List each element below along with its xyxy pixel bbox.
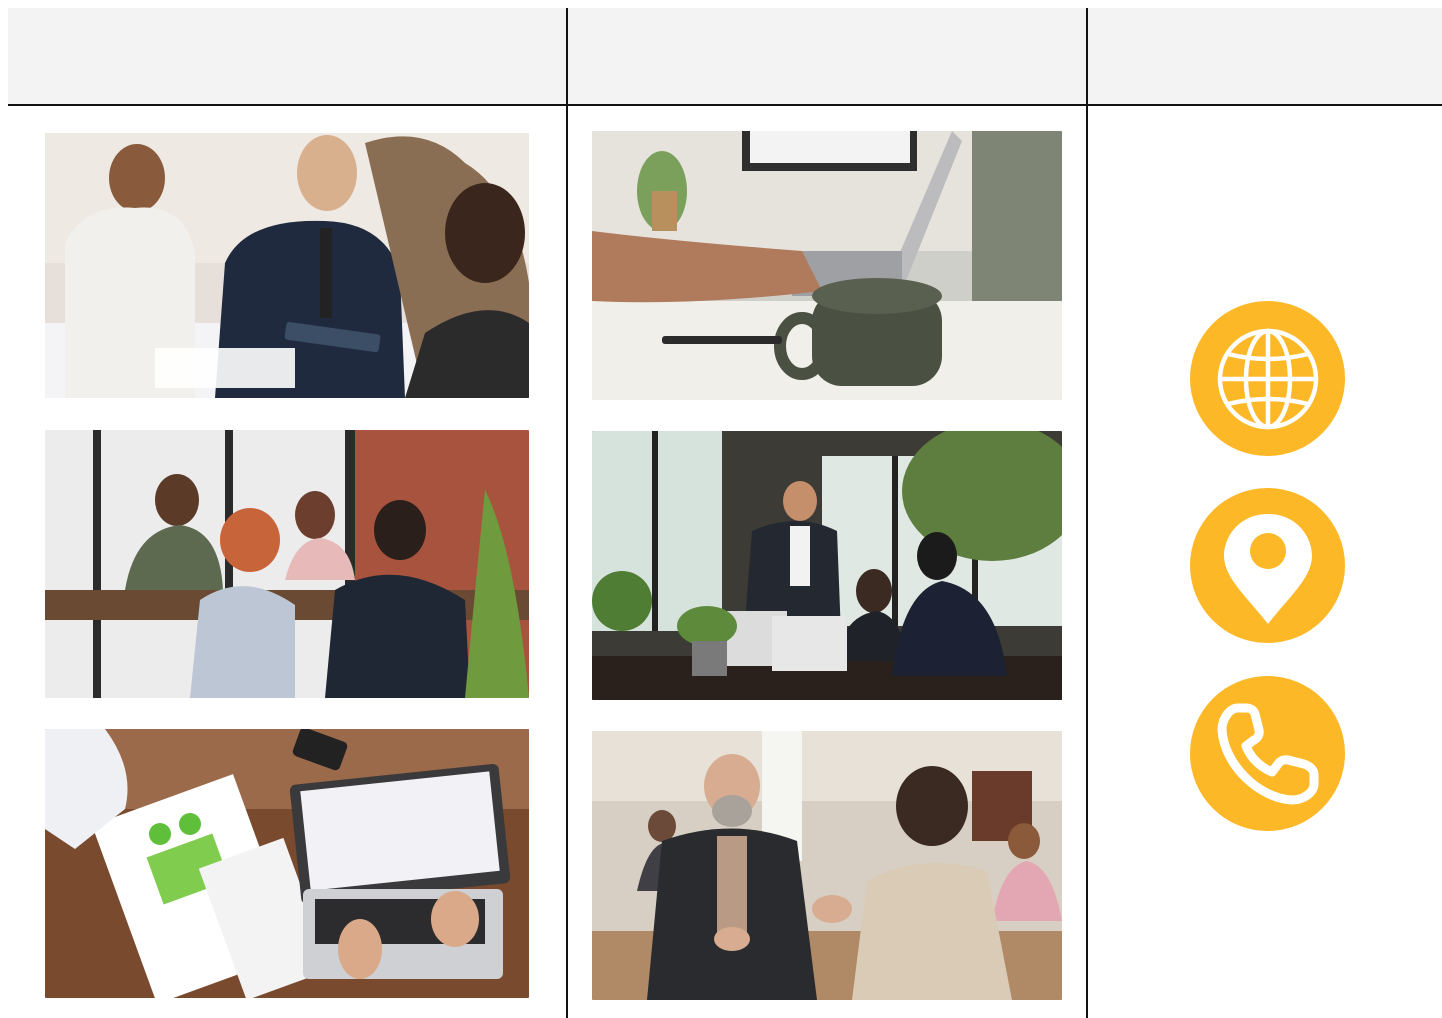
office-team-at-laptops-photo	[592, 431, 1062, 700]
group-discussion-at-table-photo	[45, 430, 529, 698]
header-band	[8, 8, 1442, 105]
two-men-talking-in-cafe-photo	[592, 731, 1062, 1000]
column-divider-right	[1086, 8, 1088, 1018]
laptop-and-report-overhead-photo	[45, 729, 529, 998]
team-meeting-with-tablet-photo	[45, 133, 529, 398]
location-pin-icon[interactable]	[1190, 488, 1345, 643]
globe-icon[interactable]	[1190, 301, 1345, 456]
typing-on-laptop-with-coffee-photo	[592, 131, 1062, 400]
header-divider	[8, 104, 1442, 106]
column-divider-left	[566, 8, 568, 1018]
phone-icon[interactable]	[1190, 676, 1345, 831]
